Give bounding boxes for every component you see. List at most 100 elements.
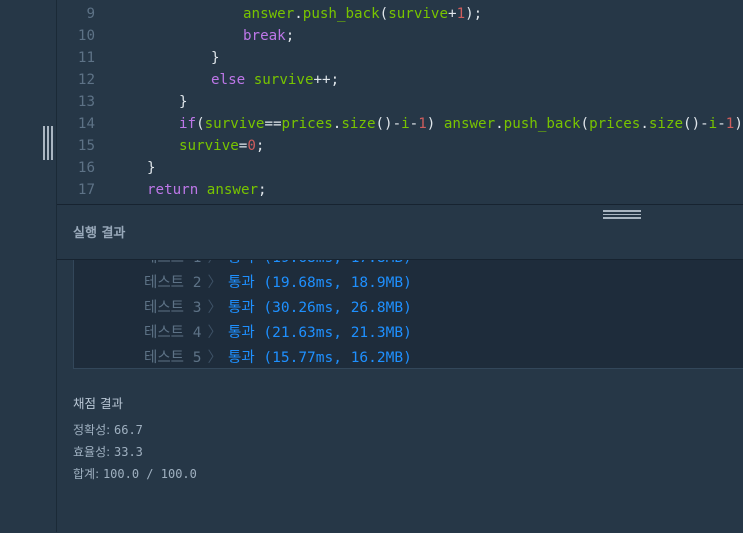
line-number: 10 [77, 28, 95, 44]
code-token: ) [426, 116, 444, 132]
test-result-row: 테스트 3 〉 통과 (30.26ms, 26.8MB) [144, 296, 412, 321]
chevron-right-icon: 〉 [207, 300, 222, 316]
code-line[interactable]: 15 survive=0; [57, 135, 743, 157]
code-token: i [401, 116, 410, 132]
code-text: return answer; [147, 179, 267, 201]
code-token: - [409, 116, 419, 132]
test-name: 테스트 2 [144, 275, 202, 291]
code-line[interactable]: 16} [57, 157, 743, 179]
code-token: prices [589, 116, 641, 132]
test-status: 통과 (21.63ms, 21.3MB) [227, 325, 412, 341]
code-token: i [708, 116, 718, 132]
code-token: ; [255, 138, 265, 154]
code-line[interactable]: 9 answer.push_back(survive+1); [57, 3, 743, 25]
code-token: survive [204, 116, 265, 132]
panel-resize-handle-vertical[interactable] [42, 126, 53, 160]
code-line[interactable]: 10 break; [57, 25, 743, 47]
code-token: ()- [683, 116, 709, 132]
chevron-right-icon: 〉 [207, 260, 222, 266]
line-number: 16 [77, 160, 95, 176]
test-result-row: 테스트 5 〉 통과 (15.77ms, 16.2MB) [144, 346, 412, 368]
line-number: 9 [86, 6, 95, 22]
code-line[interactable]: 14 if(survive==prices.size()-i-1) answer.… [57, 113, 743, 135]
code-text: if(survive==prices.size()-i-1) answer.pu… [179, 113, 743, 135]
grading-title: 채점 결과 [73, 396, 123, 411]
code-token: survive [253, 72, 314, 88]
test-status: 통과 (19.68ms, 17.8MB) [228, 260, 412, 266]
accuracy-value: 66.7 [114, 423, 143, 437]
accuracy-score: 정확성: 66.7 [73, 421, 143, 438]
line-number: 12 [77, 72, 95, 88]
code-text: break; [243, 25, 294, 47]
code-token: ++; [313, 72, 340, 88]
test-status: 통과 (15.77ms, 16.2MB) [227, 350, 412, 366]
total-value: 100.0 / 100.0 [102, 467, 197, 481]
code-token: size [648, 116, 684, 132]
code-token: ( [196, 116, 205, 132]
code-token: 1 [418, 116, 427, 132]
test-result-row: 테스트 4 〉 통과 (21.63ms, 21.3MB) [144, 321, 412, 346]
output-pane: 실행 결과 테스트 1 〉 통과 (19.68ms, 17.8MB) 테스트 2 〉 통과… [57, 204, 743, 533]
code-token: == [264, 116, 282, 132]
code-token: survive [179, 138, 239, 154]
code-text: survive=0; [179, 135, 264, 157]
code-token: } [179, 94, 188, 110]
efficiency-value: 33.3 [114, 445, 143, 459]
code-token: prices [281, 116, 333, 132]
accuracy-label: 정확성: [73, 423, 111, 437]
code-token: survive [388, 6, 449, 22]
code-token: push_back [503, 116, 581, 132]
line-number: 17 [77, 182, 95, 198]
efficiency-score: 효율성: 33.3 [73, 443, 143, 460]
code-text: } [211, 47, 220, 69]
code-token: ; [285, 28, 295, 44]
code-token: break [243, 28, 286, 44]
line-number: 14 [77, 116, 95, 132]
pane-resize-handle-horizontal[interactable] [603, 210, 641, 220]
output-header: 실행 결과 [57, 205, 743, 260]
code-token: if [179, 116, 197, 132]
code-token: - [717, 116, 726, 132]
test-name: 테스트 5 [144, 350, 202, 366]
code-line[interactable]: 11} [57, 47, 743, 69]
code-token: answer [443, 116, 496, 132]
test-status: 통과 (30.26ms, 26.8MB) [227, 300, 412, 316]
code-token: size [341, 116, 376, 132]
test-result-row: 테스트 2 〉 통과 (19.68ms, 18.9MB) [144, 271, 412, 296]
code-token: 1 [456, 6, 466, 22]
code-text: } [179, 91, 188, 113]
code-token: answer [206, 182, 259, 198]
code-token: push_back [302, 6, 380, 22]
code-token: . [495, 116, 504, 132]
code-token: } [147, 160, 156, 176]
output-title: 실행 결과 [73, 226, 126, 241]
chevron-right-icon: 〉 [207, 325, 222, 341]
total-label: 합계: [73, 467, 100, 481]
code-token: 0 [247, 138, 256, 154]
code-text: else survive++; [211, 69, 339, 91]
code-text: answer.push_back(survive+1); [243, 3, 482, 25]
code-text: } [147, 157, 156, 179]
chevron-right-icon: 〉 [207, 275, 222, 291]
code-token: return [147, 182, 199, 198]
test-name: 테스트 3 [144, 300, 202, 316]
test-results-list[interactable]: 테스트 1 〉 통과 (19.68ms, 17.8MB) 테스트 2 〉 통과 (19.6… [73, 260, 743, 369]
code-token: + [448, 6, 457, 22]
total-score: 합계: 100.0 / 100.0 [73, 465, 197, 482]
test-result-row: 테스트 1 〉 통과 (19.68ms, 17.8MB) [144, 260, 412, 271]
test-name: 테스트 4 [144, 325, 202, 341]
code-line[interactable]: 17 return answer; [57, 179, 743, 201]
code-token: ( [580, 116, 590, 132]
code-line[interactable]: 13} [57, 91, 743, 113]
code-editor[interactable]: 9 answer.push_back(survive+1); 10 break; 11}… [57, 0, 743, 204]
test-status: 통과 (19.68ms, 18.9MB) [227, 275, 412, 291]
left-panel-strip [0, 0, 57, 532]
code-token: answer [243, 6, 295, 22]
efficiency-label: 효율성: [73, 445, 111, 459]
code-token: else [211, 72, 246, 88]
chevron-right-icon: 〉 [207, 350, 222, 366]
code-token: } [211, 50, 220, 66]
code-line[interactable]: 12 else survive++; [57, 69, 743, 91]
